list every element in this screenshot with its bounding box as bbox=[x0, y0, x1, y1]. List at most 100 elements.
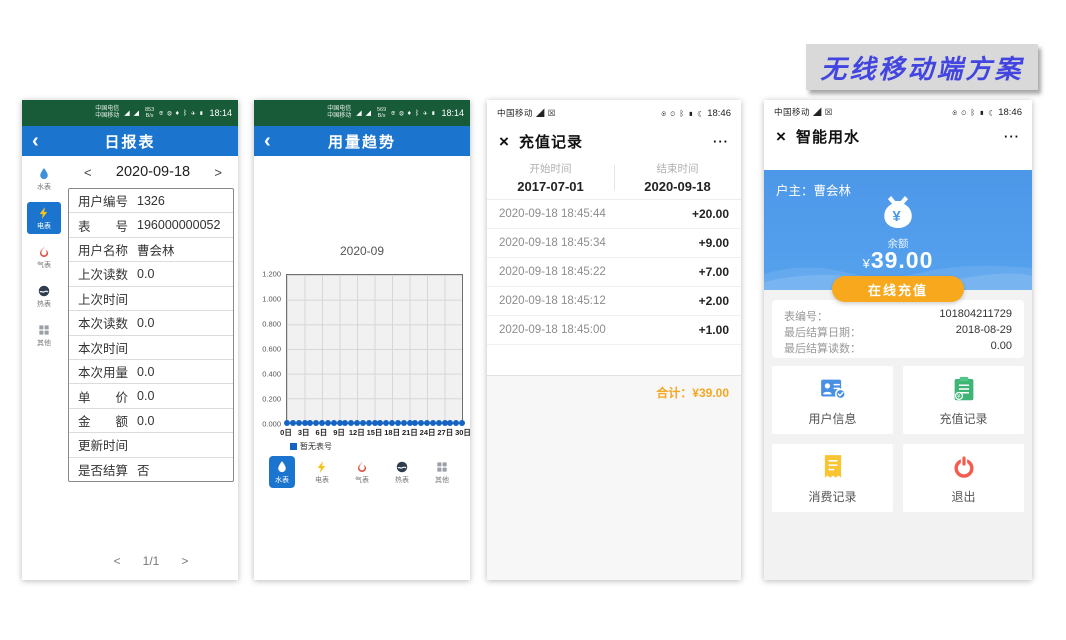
info-value: 0.00 bbox=[991, 340, 1012, 356]
other-meter-icon bbox=[435, 460, 449, 474]
current-date[interactable]: 2020-09-18 bbox=[116, 164, 190, 180]
field-label: 表 号 bbox=[78, 216, 128, 235]
status-time: 18:14 bbox=[209, 108, 232, 118]
consume-record-icon bbox=[818, 452, 848, 482]
close-icon[interactable]: × bbox=[499, 133, 509, 150]
info-value: 2018-08-29 bbox=[956, 324, 1012, 340]
start-date-filter[interactable]: 开始时间 2017-07-01 bbox=[487, 156, 614, 199]
tab-gas-meter[interactable]: 气表 bbox=[349, 456, 375, 488]
menu-item-user-info[interactable]: 用户信息 bbox=[772, 366, 893, 434]
more-menu-icon[interactable]: ··· bbox=[713, 134, 729, 149]
date-range-filter: 开始时间 2017-07-01 结束时间 2020-09-18 bbox=[487, 156, 741, 200]
x-tick-label: 21日 bbox=[402, 427, 418, 438]
menu-item-logout[interactable]: 退出 bbox=[903, 444, 1024, 512]
logout-icon bbox=[949, 452, 979, 482]
next-date-button[interactable]: > bbox=[208, 165, 228, 180]
meter-label: 其他 bbox=[37, 338, 51, 348]
table-row: 用户名称曹会林 bbox=[69, 238, 233, 262]
svg-text:¥: ¥ bbox=[893, 209, 902, 225]
end-date-filter[interactable]: 结束时间 2020-09-18 bbox=[614, 156, 741, 199]
x-tick-label: 6日 bbox=[316, 427, 328, 438]
x-tick-label: 9日 bbox=[333, 427, 345, 438]
field-label: 本次用量 bbox=[78, 362, 128, 381]
field-value: 0.0 bbox=[137, 389, 154, 403]
meter-label: 水表 bbox=[37, 182, 51, 192]
heat-meter-icon bbox=[395, 460, 409, 474]
field-value: 0.0 bbox=[137, 414, 154, 428]
meter-info-card: 表编号：101804211729最后结算日期：2018-08-29最后结算读数：… bbox=[772, 300, 1024, 358]
y-tick-label: 0.600 bbox=[262, 345, 281, 354]
water-meter-icon bbox=[37, 167, 51, 181]
sidebar-item-other-meter[interactable]: 其他 bbox=[27, 319, 61, 351]
menu-label: 退出 bbox=[951, 488, 975, 505]
date-navigator: < 2020-09-18 > bbox=[78, 164, 228, 180]
sidebar-item-water-meter[interactable]: 水表 bbox=[27, 163, 61, 195]
field-value: 0.0 bbox=[137, 316, 154, 330]
meter-label: 气表 bbox=[37, 260, 51, 270]
electric-meter-icon bbox=[37, 206, 51, 220]
tab-heat-meter[interactable]: 热表 bbox=[389, 456, 415, 488]
field-label: 单 价 bbox=[78, 387, 128, 406]
field-label: 更新时间 bbox=[78, 435, 128, 454]
meter-label: 气表 bbox=[355, 475, 369, 485]
page-indicator: 1/1 bbox=[143, 554, 160, 568]
user-info-icon bbox=[818, 374, 848, 404]
meter-label: 水表 bbox=[275, 475, 289, 485]
field-value: 曹会林 bbox=[137, 240, 175, 259]
meter-label: 其他 bbox=[435, 475, 449, 485]
x-tick-label: 3日 bbox=[298, 427, 310, 438]
menu-item-recharge-record[interactable]: ¥充值记录 bbox=[903, 366, 1024, 434]
prev-page-button[interactable]: < bbox=[114, 554, 121, 568]
dual-sim-carrier-labels: 中国电信 中国移动 bbox=[327, 106, 351, 120]
sidebar-item-electric-meter[interactable]: 电表 bbox=[27, 202, 61, 234]
close-icon[interactable]: × bbox=[776, 128, 786, 145]
online-recharge-button[interactable]: 在线充值 bbox=[832, 276, 964, 302]
next-page-button[interactable]: > bbox=[181, 554, 188, 568]
info-row: 最后结算读数：0.00 bbox=[784, 340, 1012, 356]
banner-text: 无线移动端方案 bbox=[820, 49, 1023, 86]
page-title: 用量趋势 bbox=[254, 131, 470, 152]
sidebar-item-heat-meter[interactable]: 热表 bbox=[27, 280, 61, 312]
x-tick-label: 0日 bbox=[280, 427, 292, 438]
tab-water-meter[interactable]: 水表 bbox=[269, 456, 295, 488]
money-bag-icon: ¥ bbox=[876, 190, 920, 234]
recharge-record-row: 2020-09-18 18:45:34+9.00 bbox=[487, 229, 741, 258]
record-amount: +2.00 bbox=[699, 294, 729, 308]
back-icon[interactable]: ‹ bbox=[32, 128, 39, 154]
menu-item-consume-record[interactable]: 消费记录 bbox=[772, 444, 893, 512]
record-time: 2020-09-18 18:45:22 bbox=[499, 266, 606, 278]
x-tick-label: 15日 bbox=[367, 427, 383, 438]
legend-swatch-icon bbox=[290, 443, 297, 450]
field-label: 用户编号 bbox=[78, 191, 128, 210]
heat-meter-icon bbox=[37, 284, 51, 298]
menu-label: 消费记录 bbox=[808, 488, 856, 505]
field-label: 本次时间 bbox=[78, 338, 128, 357]
table-row: 本次读数0.0 bbox=[69, 311, 233, 335]
status-icons: ◉ ☉ ᛒ ▮ ☾ bbox=[661, 109, 703, 118]
field-value: 0.0 bbox=[137, 267, 154, 281]
more-menu-icon[interactable]: ··· bbox=[1004, 129, 1020, 144]
info-value: 101804211729 bbox=[939, 308, 1012, 324]
page-title: 充值记录 bbox=[519, 131, 713, 152]
field-label: 金 额 bbox=[78, 411, 128, 430]
tab-other-meter[interactable]: 其他 bbox=[429, 456, 455, 488]
phone-daily-report-screen: 中国电信 中国移动 ◢ ◢ 853 B/s ◉ Ⓝ ♦ ᛒ ✈ ▮ 18:14 … bbox=[22, 100, 238, 580]
sidebar-item-gas-meter[interactable]: 气表 bbox=[27, 241, 61, 273]
record-time: 2020-09-18 18:45:34 bbox=[499, 237, 606, 249]
chart-plot-area bbox=[286, 274, 463, 424]
daily-report-table: 用户编号1326表 号196000000052用户名称曹会林上次读数0.0上次时… bbox=[68, 188, 234, 482]
back-icon[interactable]: ‹ bbox=[264, 128, 271, 154]
recharge-record-row: 2020-09-18 18:45:00+1.00 bbox=[487, 316, 741, 345]
signal-bars-icon: ◢ ◢ bbox=[124, 109, 140, 117]
tab-electric-meter[interactable]: 电表 bbox=[309, 456, 335, 488]
field-label: 用户名称 bbox=[78, 240, 128, 259]
prev-date-button[interactable]: < bbox=[78, 165, 98, 180]
recharge-record-icon: ¥ bbox=[949, 374, 979, 404]
home-menu-grid: 用户信息¥充值记录消费记录 退出 bbox=[772, 366, 1024, 512]
page-title: 日报表 bbox=[22, 131, 238, 152]
title-bar: ‹ 用量趋势 bbox=[254, 126, 470, 156]
pagination: < 1/1 > bbox=[68, 554, 234, 568]
balance-card: 户主：曹会林 ¥ 余额 ¥39.00 在线充值 bbox=[764, 170, 1032, 290]
record-time: 2020-09-18 18:45:00 bbox=[499, 324, 606, 336]
info-label: 最后结算日期： bbox=[784, 324, 861, 340]
